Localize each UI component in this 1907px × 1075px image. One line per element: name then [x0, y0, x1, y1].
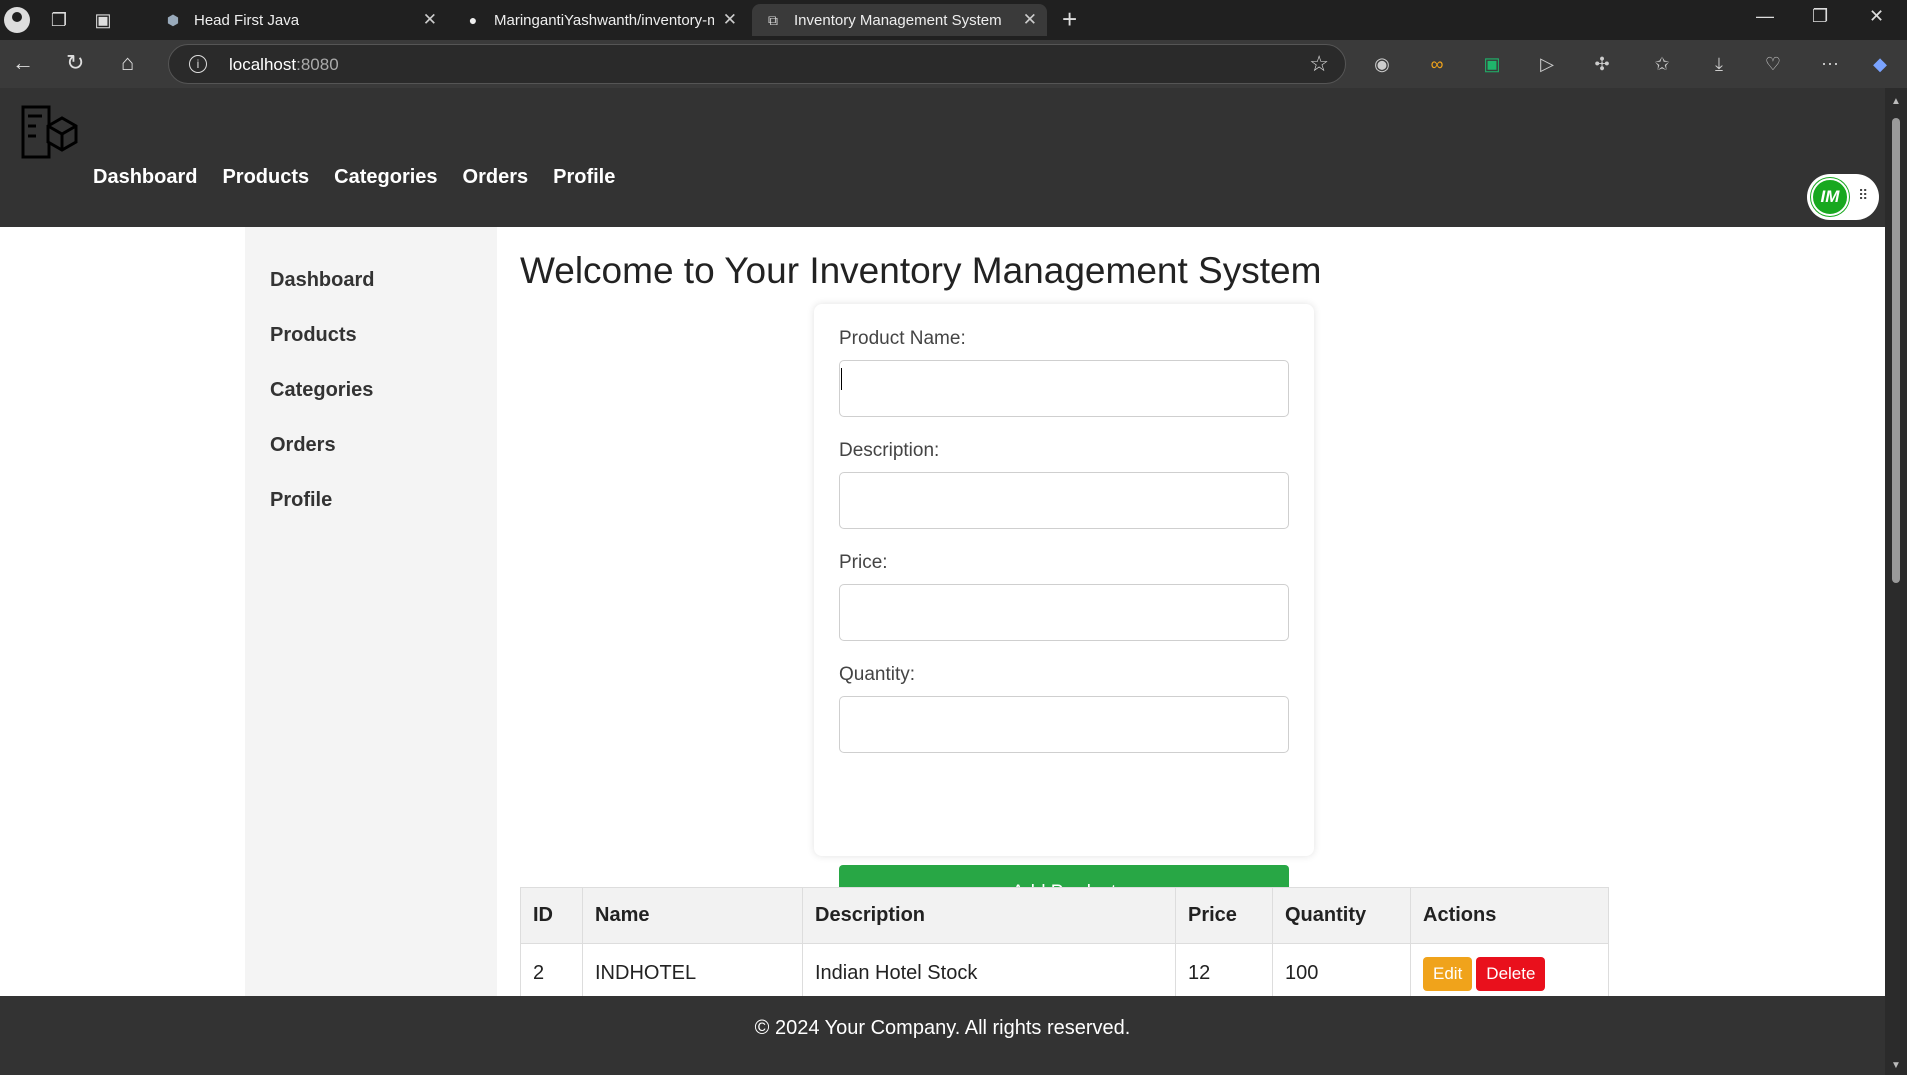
scroll-down-icon[interactable]: ▼ [1891, 1060, 1901, 1071]
app-header: Dashboard Products Categories Orders Pro… [0, 88, 1885, 227]
topnav-orders-link[interactable]: Orders [463, 166, 529, 189]
description-label: Description: [839, 440, 940, 461]
quantity-input[interactable] [839, 696, 1289, 753]
minimize-icon[interactable]: — [1756, 6, 1774, 27]
header-id: ID [520, 887, 583, 944]
reload-icon[interactable]: ↻ [66, 50, 84, 76]
more-icon[interactable]: ⋯ [1818, 52, 1842, 76]
back-icon[interactable]: ← [12, 50, 34, 76]
cell-id: 2 [520, 943, 583, 1004]
add-product-form: Product Name: Description: Price: Quanti… [814, 304, 1314, 920]
new-tab-button[interactable]: + [1062, 4, 1077, 35]
edit-button[interactable]: Edit [1423, 956, 1473, 991]
sidebar-item-orders[interactable]: Orders [270, 434, 336, 457]
close-window-icon[interactable]: ✕ [1869, 6, 1884, 27]
header-description: Description [802, 887, 1176, 944]
inventory-logo-icon [21, 105, 78, 159]
table-row: 2 INDHOTEL Indian Hotel Stock 12 100 Edi… [520, 943, 1609, 1004]
sidebar-item-dashboard[interactable]: Dashboard [270, 269, 374, 292]
topnav-products-link[interactable]: Products [222, 166, 309, 189]
restore-icon[interactable]: ❐ [1812, 6, 1828, 27]
address-bar[interactable]: i localhost:8080 ☆ [168, 44, 1346, 84]
web-page: Dashboard Products Categories Orders Pro… [0, 88, 1885, 1075]
close-icon[interactable]: ✕ [1023, 10, 1037, 30]
infinity-extension-icon[interactable]: ∞ [1425, 52, 1449, 76]
close-icon[interactable]: ✕ [723, 10, 737, 30]
floating-widget[interactable]: IM ⠿ [1807, 174, 1879, 220]
page-title: Welcome to Your Inventory Management Sys… [520, 250, 1322, 291]
price-input[interactable] [839, 584, 1289, 641]
description-input[interactable] [839, 472, 1289, 529]
header-price: Price [1175, 887, 1273, 944]
extensions-icon[interactable]: ✣ [1590, 52, 1614, 76]
cell-price: 12 [1175, 943, 1273, 1004]
sidebar: Dashboard Products Categories Orders Pro… [245, 227, 497, 997]
url-text: localhost:8080 [229, 55, 339, 74]
github-icon: ● [468, 12, 478, 28]
inventory-favicon-icon: ⧉ [768, 11, 778, 28]
drag-handle-icon[interactable]: ⠿ [1858, 187, 1868, 204]
tab-actions-icon[interactable]: ▣ [88, 5, 118, 35]
cell-actions: Edit Delete [1410, 943, 1609, 1004]
media-extension-icon[interactable]: ▣ [1480, 52, 1504, 76]
downloads-icon[interactable]: ⤓ [1707, 52, 1731, 76]
star-icon[interactable]: ☆ [1309, 51, 1329, 77]
page-footer: © 2024 Your Company. All rights reserved… [0, 996, 1885, 1075]
quantity-label: Quantity: [839, 664, 916, 685]
profile-icon[interactable] [4, 7, 30, 33]
sidebar-item-products[interactable]: Products [270, 324, 357, 347]
cell-name: INDHOTEL [582, 943, 803, 1004]
browser-toolbar: ← ↻ ⌂ i localhost:8080 ☆ ◉ ∞ ▣ ▷ ✣ ✩ ⤓ ♡… [0, 40, 1907, 88]
close-icon[interactable]: ✕ [423, 10, 437, 30]
play-icon[interactable]: ▷ [1535, 52, 1559, 76]
tab-head-first-java[interactable]: ⬢ Head First Java ✕ [152, 4, 447, 36]
table-header-row: ID Name Description Price Quantity Actio… [520, 887, 1609, 944]
price-label: Price: [839, 552, 888, 573]
hexagon-icon: ⬢ [166, 11, 180, 28]
browser-essentials-icon[interactable]: ♡ [1761, 52, 1785, 76]
page-scrollbar[interactable]: ▲ ▼ [1885, 88, 1907, 1075]
scroll-up-icon[interactable]: ▲ [1891, 96, 1901, 107]
copilot-icon[interactable]: ◆ [1868, 52, 1892, 76]
delete-button[interactable]: Delete [1476, 956, 1546, 991]
topnav-dashboard-link[interactable]: Dashboard [93, 166, 197, 189]
header-name: Name [582, 887, 803, 944]
topnav-categories-link[interactable]: Categories [334, 166, 437, 189]
home-icon[interactable]: ⌂ [121, 50, 134, 76]
cell-description: Indian Hotel Stock [802, 943, 1176, 1004]
topnav-profile-link[interactable]: Profile [553, 166, 615, 189]
favorites-icon[interactable]: ✩ [1650, 52, 1674, 76]
scrollbar-thumb[interactable] [1892, 118, 1900, 583]
browser-tab-bar: ❐ ▣ ⬢ Head First Java ✕ ● MaringantiYash… [0, 0, 1907, 40]
product-name-input[interactable] [839, 360, 1289, 417]
top-navigation: Dashboard Products Categories Orders Pro… [93, 166, 615, 189]
avatar[interactable]: IM [1811, 178, 1849, 216]
workspaces-icon[interactable]: ❐ [44, 5, 74, 35]
product-name-label: Product Name: [839, 328, 966, 349]
sidebar-item-profile[interactable]: Profile [270, 489, 332, 512]
sidebar-item-categories[interactable]: Categories [270, 379, 373, 402]
tab-inventory-management[interactable]: ⧉ Inventory Management System ✕ [752, 4, 1047, 36]
header-quantity: Quantity [1272, 887, 1411, 944]
tab-github-repo[interactable]: ● MaringantiYashwanth/inventory-m ✕ [452, 4, 747, 36]
header-actions: Actions [1410, 887, 1609, 944]
tracker-extension-icon[interactable]: ◉ [1370, 52, 1394, 76]
cell-quantity: 100 [1272, 943, 1411, 1004]
text-caret [841, 368, 842, 390]
info-icon[interactable]: i [189, 55, 207, 73]
products-table: ID Name Description Price Quantity Actio… [520, 887, 1609, 1004]
